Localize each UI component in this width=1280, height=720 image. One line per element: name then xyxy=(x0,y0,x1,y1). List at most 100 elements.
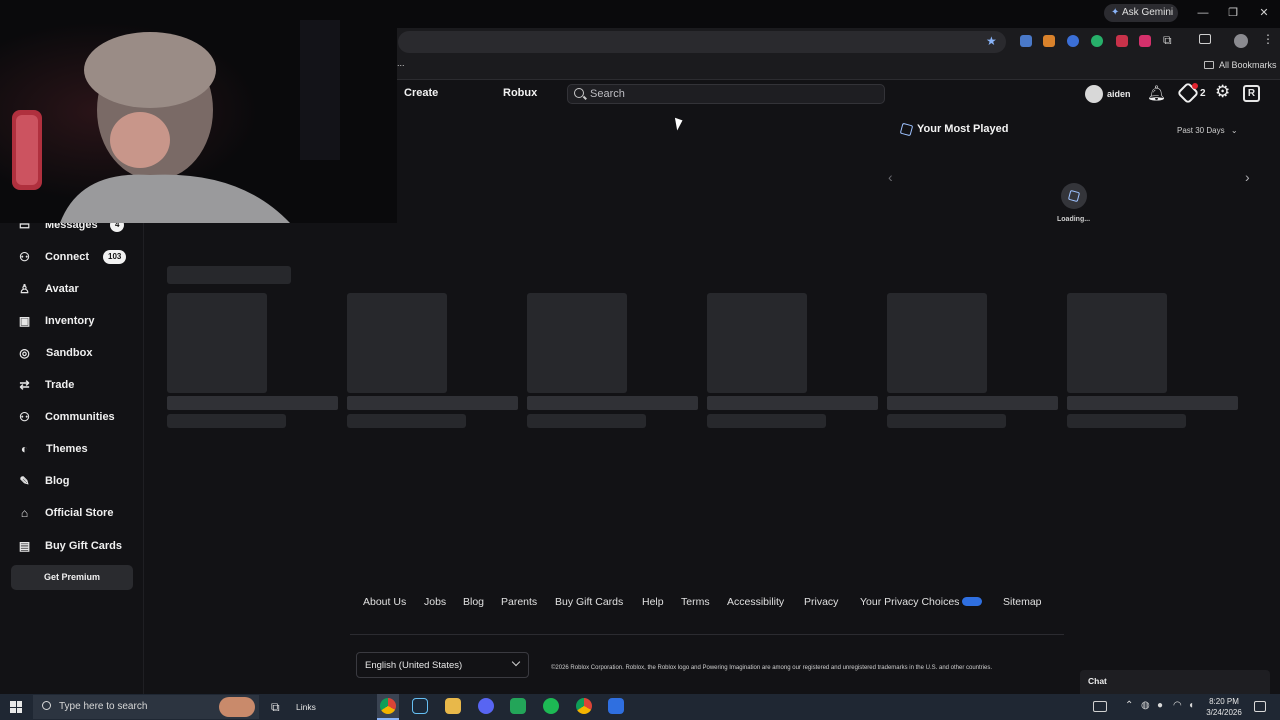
taskbar-clock[interactable]: 8:20 PM 3/24/2026 xyxy=(1204,696,1244,718)
sidebar-item-official-store[interactable]: ⌂ Official Store xyxy=(18,503,138,523)
search-highlight-image xyxy=(219,697,255,717)
sidebar-item-inventory[interactable]: ▣ Inventory xyxy=(18,311,138,331)
time-range-dropdown[interactable]: Past 30 Days ⌄ xyxy=(1177,126,1238,135)
footer-link-jobs[interactable]: Jobs xyxy=(424,596,446,608)
footer-link-privacy[interactable]: Privacy xyxy=(804,596,838,608)
chevron-up-icon[interactable]: ⌃ xyxy=(1125,700,1133,711)
notification-bell-icon[interactable]: 🔔︎ xyxy=(1147,84,1166,102)
sidebar-item-avatar[interactable]: ♙ Avatar xyxy=(18,279,138,299)
roblox-r-icon[interactable]: R xyxy=(1243,85,1260,102)
sidebar-item-connect[interactable]: ⚇ Connect 103 xyxy=(18,247,138,267)
microphone-icon[interactable]: ● xyxy=(1157,700,1163,711)
footer-link-about-us[interactable]: About Us xyxy=(363,596,406,608)
footer-link-accessibility[interactable]: Accessibility xyxy=(727,596,784,608)
notification-center-icon[interactable] xyxy=(1254,701,1266,712)
search-placeholder: Search xyxy=(590,88,625,100)
user-avatar[interactable] xyxy=(1085,85,1103,103)
restore-button[interactable]: ❐ xyxy=(1223,4,1243,22)
extension-icon[interactable] xyxy=(1067,35,1079,47)
close-window-button[interactable]: ✕ xyxy=(1254,4,1274,22)
chrome-icon[interactable] xyxy=(380,698,396,714)
settings-gear-icon[interactable]: ⚙ xyxy=(1215,82,1230,102)
footer-link-blog[interactable]: Blog xyxy=(463,596,484,608)
footer-link-privacy-choices[interactable]: Your Privacy Choices xyxy=(860,596,959,608)
volume-icon[interactable]: ◖ xyxy=(1188,700,1194,711)
sidebar-item-sandbox[interactable]: ◎ Sandbox xyxy=(18,343,138,363)
carousel-next-icon[interactable]: › xyxy=(1245,169,1250,185)
clock-date: 3/24/2026 xyxy=(1206,708,1242,717)
game-tile-skeleton xyxy=(887,293,987,393)
chat-widget[interactable]: Chat xyxy=(1080,670,1270,694)
all-bookmarks-button[interactable]: All Bookmarks xyxy=(1204,60,1277,70)
privacy-choices-toggle-icon xyxy=(962,597,982,606)
sidebar-item-trade[interactable]: ⇄ Trade xyxy=(18,375,138,395)
profile-avatar-icon[interactable] xyxy=(1234,34,1248,48)
footer-link-help[interactable]: Help xyxy=(642,596,664,608)
robux-count[interactable]: 2 xyxy=(1200,88,1206,99)
spotify-icon[interactable] xyxy=(543,698,559,714)
extension-icon[interactable] xyxy=(1043,35,1055,47)
chevron-down-icon xyxy=(511,657,521,667)
browser-menu-icon[interactable]: ⋮ xyxy=(1262,32,1274,46)
task-view-icon[interactable]: ⧉ xyxy=(271,700,280,715)
taskbar-links-toolbar[interactable]: Links xyxy=(296,702,316,712)
game-title-skeleton xyxy=(1067,396,1238,410)
game-title-skeleton xyxy=(707,396,878,410)
windows-start-icon[interactable] xyxy=(10,701,22,713)
nav-robux[interactable]: Robux xyxy=(503,87,537,99)
bookmark-star-icon[interactable]: ★ xyxy=(986,34,997,48)
footer-link-parents[interactable]: Parents xyxy=(501,596,537,608)
keyboard-icon[interactable] xyxy=(1093,701,1107,712)
game-tile-skeleton xyxy=(1067,293,1167,393)
address-bar[interactable] xyxy=(398,31,1006,53)
extension-icon[interactable] xyxy=(1091,35,1103,47)
sidebar-item-label: Blog xyxy=(45,475,70,487)
footer-link-sitemap[interactable]: Sitemap xyxy=(1003,596,1042,608)
sidebar-item-communities[interactable]: ⚇ Communities xyxy=(18,407,138,427)
ask-gemini-button[interactable]: ✦ Ask Gemini xyxy=(1104,4,1178,22)
username[interactable]: aiden xyxy=(1107,89,1131,99)
sidebar-item-buy-gift-cards[interactable]: ▤ Buy Gift Cards xyxy=(18,536,138,556)
sidebar-item-label: Trade xyxy=(45,379,75,391)
robux-alert-dot xyxy=(1192,83,1198,89)
cast-icon[interactable] xyxy=(1199,34,1211,44)
gift-card-icon: ▤ xyxy=(18,539,31,553)
copyright-text: ©2026 Roblox Corporation. Roblox, the Ro… xyxy=(551,665,993,671)
puzzle-extensions-icon[interactable]: ⧉ xyxy=(1163,33,1172,48)
game-tile-skeleton xyxy=(167,293,267,393)
game-meta-skeleton xyxy=(707,414,826,428)
extension-icon[interactable] xyxy=(1116,35,1128,47)
chrome-icon[interactable] xyxy=(576,698,592,714)
footer-link-terms[interactable]: Terms xyxy=(681,596,710,608)
taskbar-search-input[interactable]: Type here to search xyxy=(33,695,259,719)
section-title-skeleton xyxy=(167,266,291,284)
inventory-bag-icon: ▣ xyxy=(18,314,31,328)
search-input[interactable]: Search xyxy=(567,84,885,104)
footer-divider xyxy=(350,634,1064,635)
sidebar-item-label: Inventory xyxy=(45,315,95,327)
network-icon[interactable]: ◍ xyxy=(1141,700,1150,711)
bookmark-overflow[interactable]: ... xyxy=(397,58,405,68)
loading-spinner xyxy=(1061,183,1087,209)
steam-icon[interactable] xyxy=(412,698,428,714)
roblox-studio-icon[interactable] xyxy=(608,698,624,714)
nav-create[interactable]: Create xyxy=(404,87,438,99)
footer-link-buy-gift-cards[interactable]: Buy Gift Cards xyxy=(555,596,623,608)
discord-icon[interactable] xyxy=(478,698,494,714)
sandbox-icon: ◎ xyxy=(19,346,30,360)
chat-label: Chat xyxy=(1088,676,1107,686)
minimize-button[interactable]: — xyxy=(1193,4,1213,22)
app-icon[interactable] xyxy=(510,698,526,714)
most-played-title: Your Most Played xyxy=(917,123,1009,135)
language-select[interactable]: English (United States) xyxy=(356,652,529,678)
carousel-prev-icon[interactable]: ‹ xyxy=(888,169,893,185)
extension-icon[interactable] xyxy=(1020,35,1032,47)
game-meta-skeleton xyxy=(347,414,466,428)
sidebar-item-themes[interactable]: ◐ Themes xyxy=(18,439,138,459)
file-explorer-icon[interactable] xyxy=(445,698,461,714)
get-premium-button[interactable]: Get Premium xyxy=(11,565,133,590)
extension-icon[interactable] xyxy=(1139,35,1151,47)
sidebar-item-blog[interactable]: ✎ Blog xyxy=(18,471,138,491)
all-bookmarks-label: All Bookmarks xyxy=(1219,60,1277,70)
wifi-icon[interactable]: ◠ xyxy=(1173,700,1182,711)
